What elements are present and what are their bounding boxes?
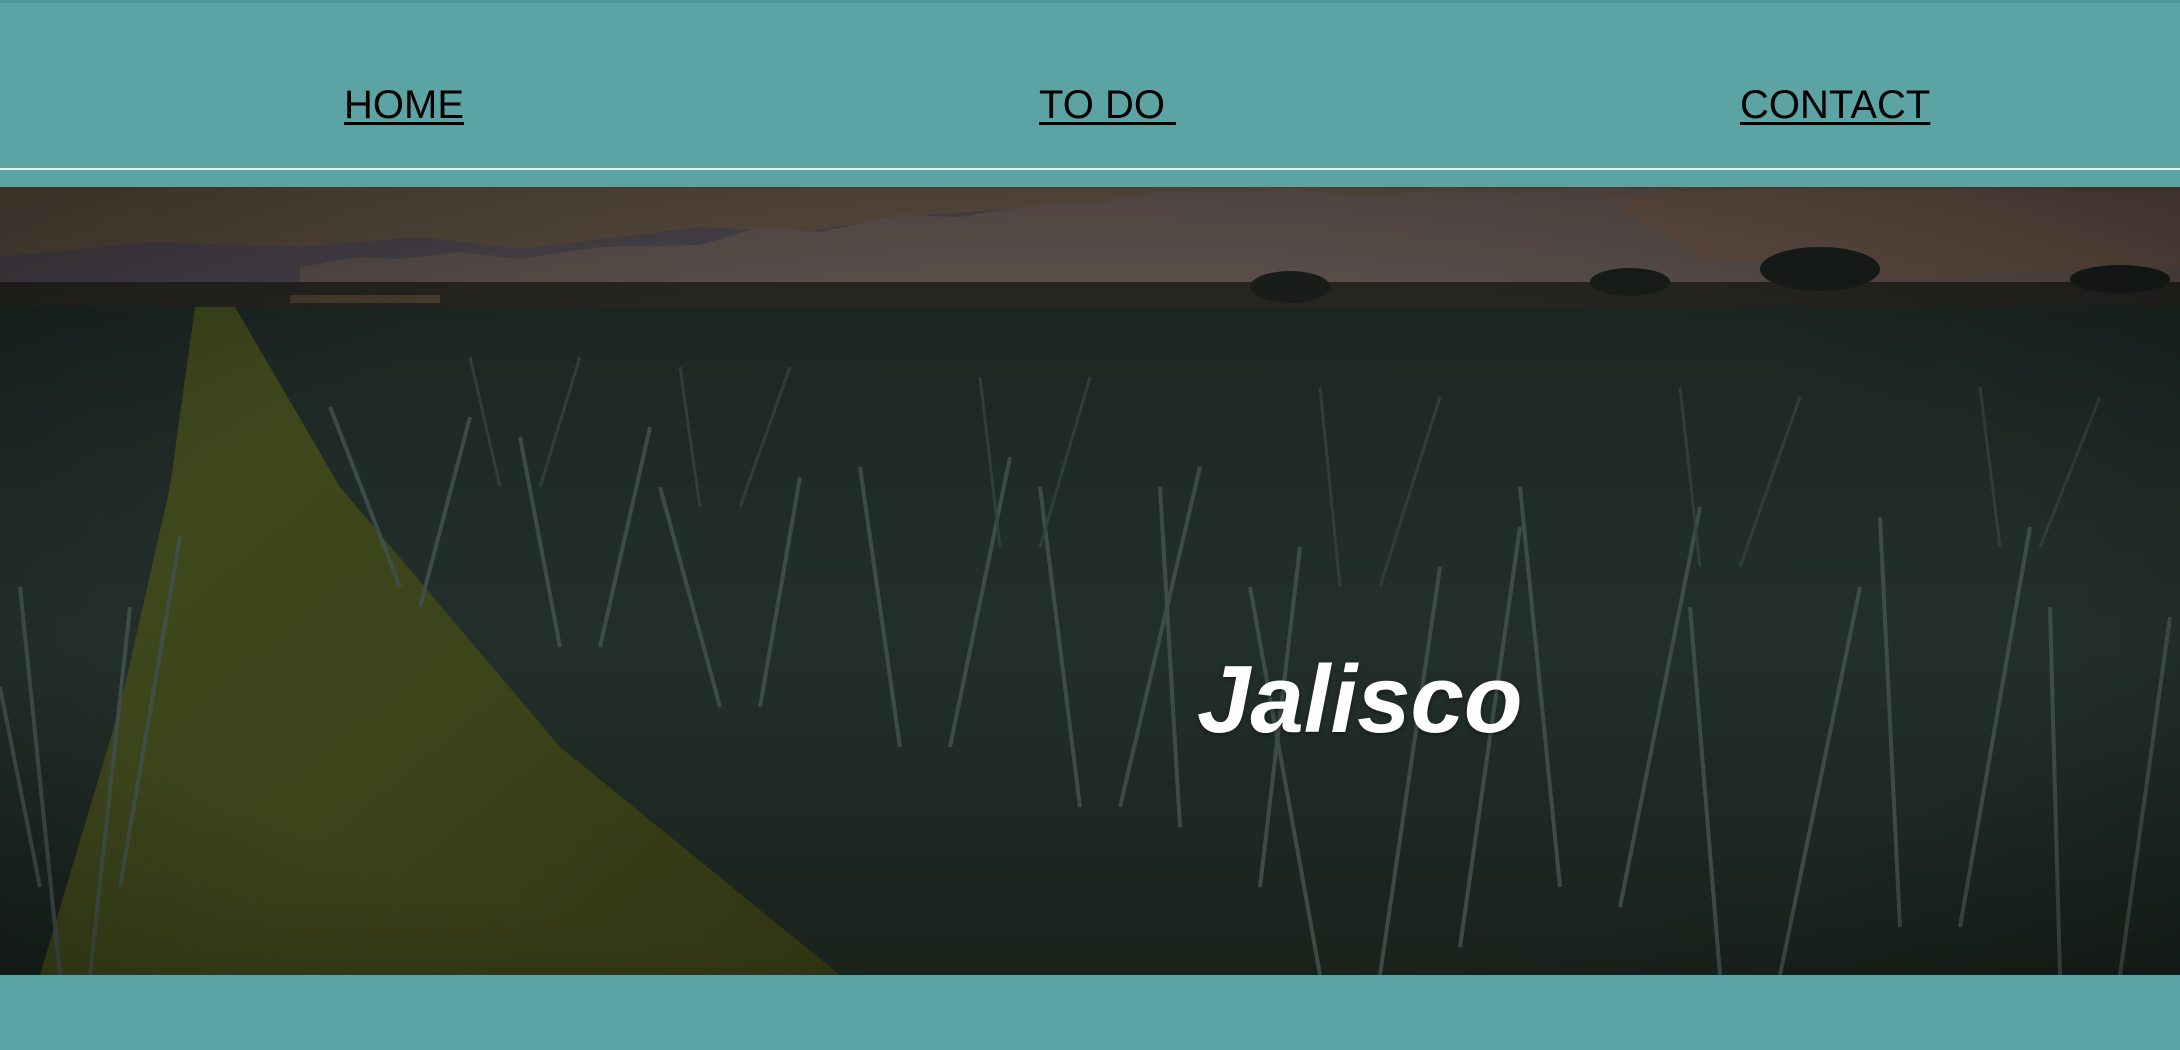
nav-link-contact[interactable]: CONTACT	[1740, 81, 1930, 129]
page: HOME TO DO CONTACT Jalisco	[0, 0, 2180, 1050]
footer-bar	[0, 975, 2180, 1050]
top-navigation: HOME TO DO CONTACT	[0, 0, 2180, 168]
hero-banner: Jalisco	[0, 187, 2180, 975]
nav-divider	[0, 168, 2180, 170]
nav-link-home[interactable]: HOME	[344, 81, 464, 129]
agave-field-image	[0, 187, 2180, 975]
nav-link-to-do[interactable]: TO DO	[1039, 81, 1176, 129]
hero-title: Jalisco	[1197, 646, 1523, 753]
